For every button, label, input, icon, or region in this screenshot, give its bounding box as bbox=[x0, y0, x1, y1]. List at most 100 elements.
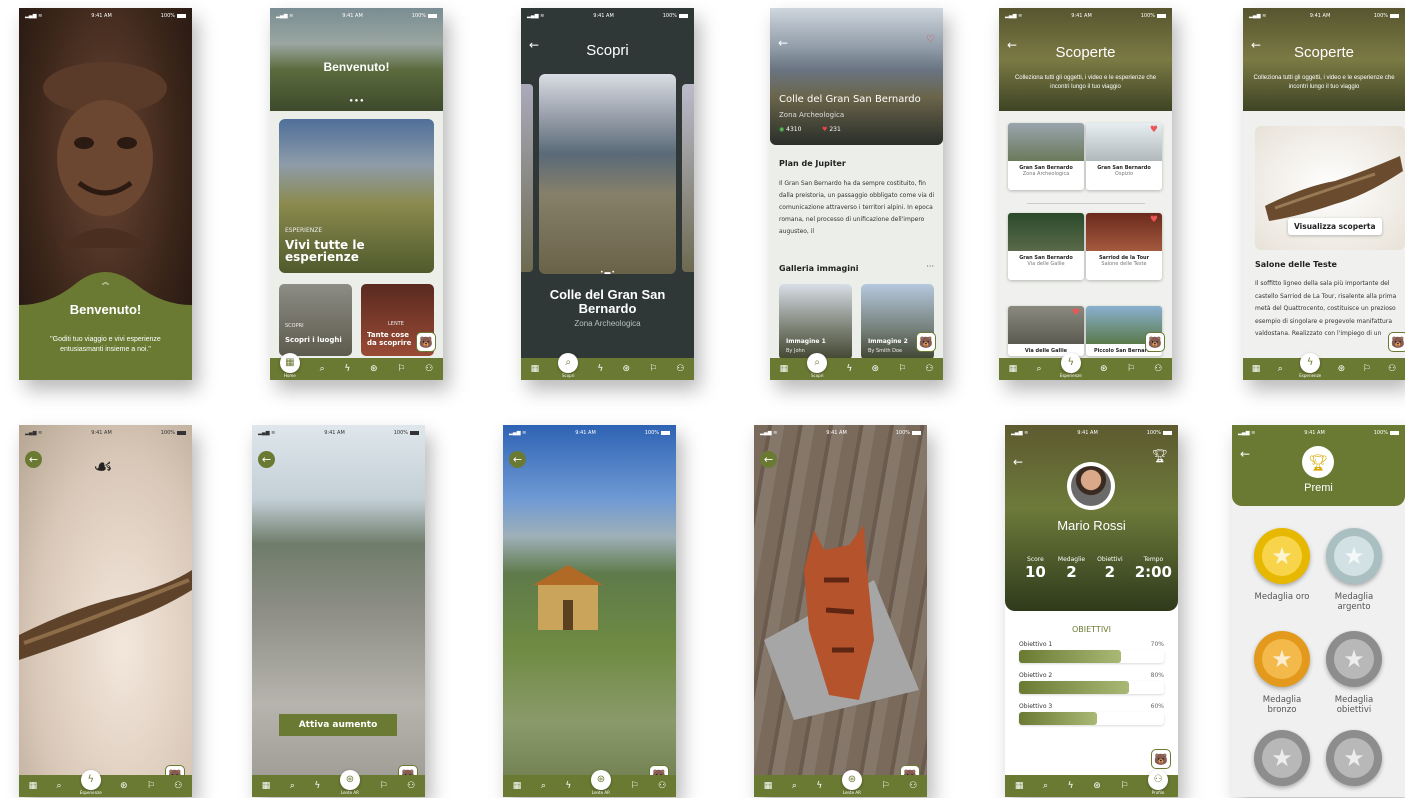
nav-lens[interactable]: ⊛ Lente AR bbox=[339, 770, 360, 795]
avatar[interactable] bbox=[1067, 462, 1115, 510]
medal-icon[interactable]: ★ bbox=[1254, 631, 1310, 687]
gallery-more-icon[interactable]: ··· bbox=[926, 262, 934, 271]
nav-profile-icon[interactable]: ⚇ bbox=[407, 781, 415, 791]
mascot-bear-button[interactable]: 🐻 bbox=[1151, 749, 1171, 769]
nav-flag-icon[interactable]: ⚐ bbox=[630, 781, 638, 791]
medal-icon[interactable]: ★ bbox=[1254, 528, 1310, 584]
nav-experiences[interactable]: ϟ Esperienze bbox=[1299, 353, 1321, 378]
mascot-bear-button[interactable]: 🐻 bbox=[916, 332, 936, 352]
nav-home-icon[interactable]: ▦ bbox=[531, 364, 540, 374]
prev-slide[interactable] bbox=[521, 84, 533, 272]
view-discovery-button[interactable]: Visualizza scoperta bbox=[1288, 218, 1382, 235]
nav-flag-icon[interactable]: ⚐ bbox=[1363, 364, 1371, 374]
nav-experiences-icon[interactable]: ϟ bbox=[597, 364, 603, 374]
nav-experiences[interactable]: ϟ Esperienze bbox=[1060, 353, 1082, 378]
next-slide[interactable] bbox=[682, 84, 694, 272]
nav-experiences-icon[interactable]: ϟ bbox=[565, 781, 571, 791]
nav-search-icon[interactable]: ⌕ bbox=[56, 781, 61, 791]
nav-home-icon[interactable]: ▦ bbox=[29, 781, 38, 791]
favorite-heart-icon[interactable]: ♥ bbox=[1072, 308, 1080, 318]
nav-experiences-icon[interactable]: ϟ bbox=[314, 781, 320, 791]
mascot-bear-button[interactable]: 🐻 bbox=[1145, 332, 1165, 352]
nav-profile-icon[interactable]: ⚇ bbox=[658, 781, 666, 791]
nav-home[interactable]: ▦ Home bbox=[279, 353, 300, 378]
place-slide[interactable] bbox=[539, 74, 676, 274]
nav-lens[interactable]: ⊛ Lente AR bbox=[841, 770, 862, 795]
nav-experiences-icon[interactable]: ϟ bbox=[344, 364, 350, 374]
nav-experiences-icon[interactable]: ϟ bbox=[846, 364, 852, 374]
discovery-card[interactable]: Gran San Bernardo Zona Archeologica bbox=[1008, 123, 1084, 190]
nav-home-icon[interactable]: ▦ bbox=[1009, 364, 1018, 374]
nav-search-icon[interactable]: ⌕ bbox=[541, 781, 546, 791]
favorite-heart-icon[interactable]: ♥ bbox=[1150, 215, 1158, 225]
nav-profile-icon[interactable]: ⚇ bbox=[909, 781, 917, 791]
favorite-heart-icon[interactable]: ♡ bbox=[926, 34, 935, 45]
nav-search-icon[interactable]: ⌕ bbox=[290, 781, 295, 791]
activate-ar-button[interactable]: Attiva aumento bbox=[279, 714, 397, 736]
mascot-bear-button[interactable]: 🐻 bbox=[416, 332, 436, 352]
swipe-up-icon[interactable]: ︽ bbox=[19, 277, 192, 287]
locked-medal-icon[interactable]: ★ bbox=[1254, 730, 1310, 786]
nav-experiences-icon[interactable]: ϟ bbox=[1068, 781, 1074, 791]
mascot-bear-button[interactable]: 🐻 bbox=[1388, 332, 1405, 352]
back-button[interactable]: ← bbox=[760, 451, 777, 468]
nav-profile-icon[interactable]: ⚇ bbox=[676, 364, 684, 374]
nav-lens-icon[interactable]: ⊛ bbox=[871, 364, 879, 374]
medal-icon[interactable]: ★ bbox=[1326, 631, 1382, 687]
nav-flag-icon[interactable]: ⚐ bbox=[147, 781, 155, 791]
nav-home-icon[interactable]: ▦ bbox=[513, 781, 522, 791]
nav-experiences-icon[interactable]: ϟ bbox=[816, 781, 822, 791]
nav-flag-icon[interactable]: ⚐ bbox=[881, 781, 889, 791]
favorite-heart-icon[interactable]: ♥ bbox=[1150, 125, 1158, 135]
back-button[interactable]: ← bbox=[509, 451, 526, 468]
back-arrow-icon[interactable]: ← bbox=[1013, 455, 1023, 469]
back-arrow-icon[interactable]: ← bbox=[529, 38, 539, 52]
nav-search-icon[interactable]: ⌕ bbox=[1036, 364, 1041, 374]
slide-dots[interactable]: • ▬ • bbox=[521, 270, 694, 276]
nav-home-icon[interactable]: ▦ bbox=[764, 781, 773, 791]
nav-home-icon[interactable]: ▦ bbox=[780, 364, 789, 374]
places-card[interactable] bbox=[279, 284, 352, 356]
nav-profile-icon[interactable]: ⚇ bbox=[1154, 364, 1162, 374]
nav-profile-icon[interactable]: ⚇ bbox=[425, 364, 433, 374]
nav-flag-icon[interactable]: ⚐ bbox=[649, 364, 657, 374]
back-button[interactable]: ← bbox=[25, 451, 42, 468]
nav-flag-icon[interactable]: ⚐ bbox=[898, 364, 906, 374]
nav-experiences[interactable]: ϟ Esperienze bbox=[80, 770, 102, 795]
discovery-card[interactable]: Gran San Bernardo Via delle Gallie bbox=[1008, 213, 1084, 280]
nav-home-icon[interactable]: ▦ bbox=[1252, 364, 1261, 374]
nav-profile-icon[interactable]: ⚇ bbox=[1388, 364, 1396, 374]
nav-search-icon[interactable]: ⌕ bbox=[320, 364, 325, 374]
discovery-card[interactable]: ♥ Via delle Gallie bbox=[1008, 306, 1084, 356]
nav-discover[interactable]: ⌕ Scopri bbox=[807, 353, 828, 378]
nav-lens[interactable]: ⊛ Lente AR bbox=[590, 770, 611, 795]
nav-lens-icon[interactable]: ⊛ bbox=[120, 781, 128, 791]
nav-lens-icon[interactable]: ⊛ bbox=[1093, 781, 1101, 791]
nav-flag-icon[interactable]: ⚐ bbox=[1120, 781, 1128, 791]
back-arrow-icon[interactable]: ← bbox=[1240, 447, 1250, 461]
back-arrow-icon[interactable]: ← bbox=[1007, 38, 1017, 52]
nav-flag-icon[interactable]: ⚐ bbox=[397, 364, 405, 374]
nav-flag-icon[interactable]: ⚐ bbox=[379, 781, 387, 791]
nav-search-icon[interactable]: ⌕ bbox=[792, 781, 797, 791]
discovery-card[interactable]: ♥ Gran San Bernardo Ospizio bbox=[1086, 123, 1162, 190]
back-arrow-icon[interactable]: ← bbox=[778, 36, 788, 50]
nav-discover[interactable]: ⌕ Scopri bbox=[558, 353, 579, 378]
nav-profile-icon[interactable]: ⚇ bbox=[174, 781, 182, 791]
nav-lens-icon[interactable]: ⊛ bbox=[1100, 364, 1108, 374]
nav-flag-icon[interactable]: ⚐ bbox=[1127, 364, 1135, 374]
nav-profile[interactable]: ⚇ Profilo bbox=[1148, 770, 1169, 795]
nav-lens-icon[interactable]: ⊛ bbox=[622, 364, 630, 374]
nav-lens-icon[interactable]: ⊛ bbox=[1338, 364, 1346, 374]
nav-search-icon[interactable]: ⌕ bbox=[1043, 781, 1048, 791]
nav-profile-icon[interactable]: ⚇ bbox=[925, 364, 933, 374]
carousel-dots[interactable]: ● ● ● bbox=[270, 98, 443, 104]
back-arrow-icon[interactable]: ← bbox=[1251, 38, 1261, 52]
nav-home-icon[interactable]: ▦ bbox=[1015, 781, 1024, 791]
back-button[interactable]: ← bbox=[258, 451, 275, 468]
locked-medal-icon[interactable]: ★ bbox=[1326, 730, 1382, 786]
trophy-icon[interactable]: 🏆︎ bbox=[1151, 449, 1168, 464]
nav-search-icon[interactable]: ⌕ bbox=[1278, 364, 1283, 374]
medal-icon[interactable]: ★ bbox=[1326, 528, 1382, 584]
nav-lens-icon[interactable]: ⊛ bbox=[370, 364, 378, 374]
